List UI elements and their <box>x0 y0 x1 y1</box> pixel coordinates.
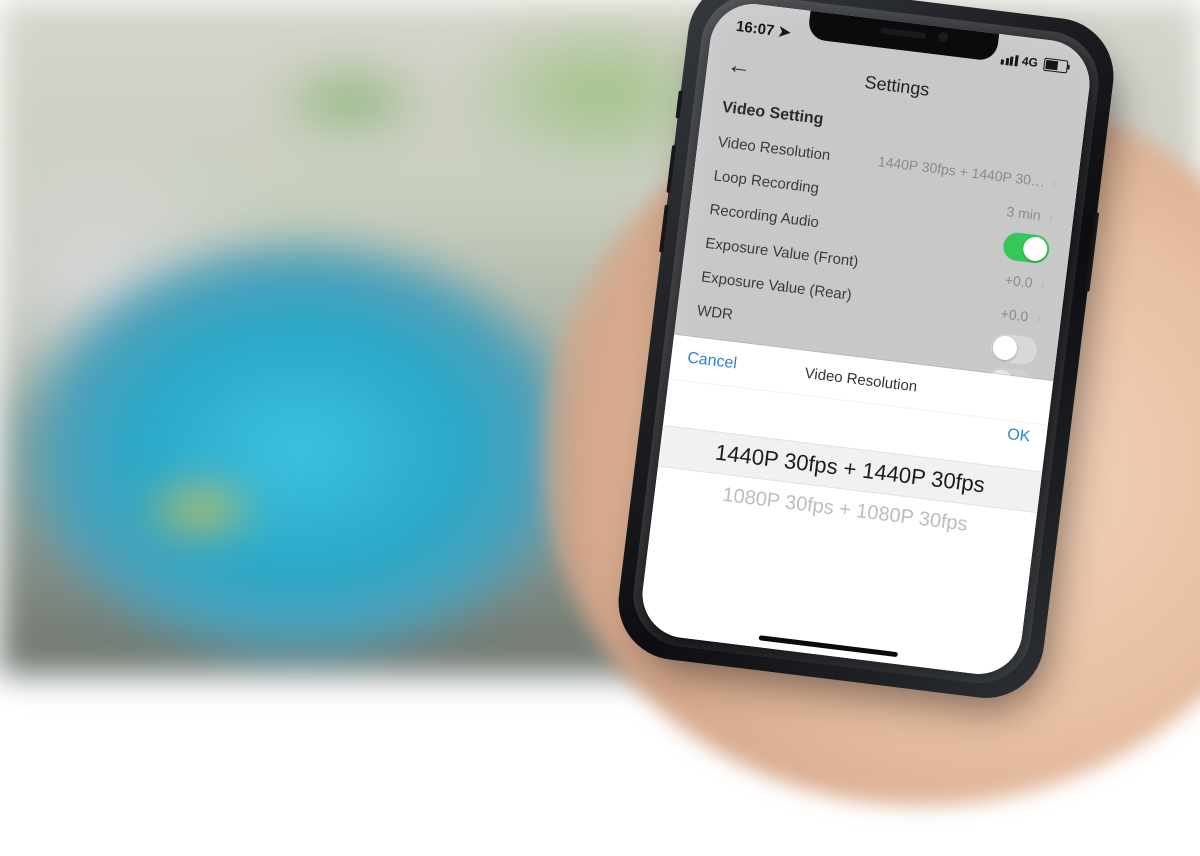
row-label: WDR <box>696 302 734 323</box>
audio-toggle[interactable] <box>1002 231 1051 264</box>
location-icon: ➤ <box>777 22 792 41</box>
picker-sheet: Cancel Video Resolution OK 1440P 30fps +… <box>638 335 1054 679</box>
signal-icon <box>1001 53 1019 66</box>
chevron-icon: › <box>1048 208 1055 224</box>
phone-frame: 16:07➤ 4G ← Settings Video Setting Video… <box>621 0 1111 696</box>
page-title: Settings <box>864 72 931 101</box>
battery-icon <box>1043 57 1068 73</box>
status-time: 16:07➤ <box>735 17 792 42</box>
row-label: Video Resolution <box>717 133 831 164</box>
chevron-icon: › <box>1052 175 1059 191</box>
status-right: 4G <box>1001 51 1069 73</box>
back-button[interactable]: ← <box>726 51 753 82</box>
row-value: 3 min› <box>1006 203 1055 225</box>
cancel-button[interactable]: Cancel <box>686 349 738 373</box>
picker-title: Video Resolution <box>804 364 918 395</box>
phone-screen: 16:07➤ 4G ← Settings Video Setting Video… <box>638 0 1095 679</box>
picker-wheel[interactable]: 1440P 30fps + 1440P 30fps 1080P 30fps + … <box>653 425 1042 553</box>
row-value: +0.0› <box>1004 272 1046 293</box>
chevron-icon: › <box>1035 310 1042 326</box>
row-label: Loop Recording <box>713 167 820 197</box>
chevron-icon: › <box>1039 276 1046 292</box>
carrier-label: 4G <box>1021 54 1039 70</box>
ok-button[interactable]: OK <box>1006 426 1031 447</box>
row-label: Recording Audio <box>709 201 820 231</box>
wdr-toggle[interactable] <box>989 332 1038 365</box>
row-value: +0.0› <box>1000 305 1042 326</box>
